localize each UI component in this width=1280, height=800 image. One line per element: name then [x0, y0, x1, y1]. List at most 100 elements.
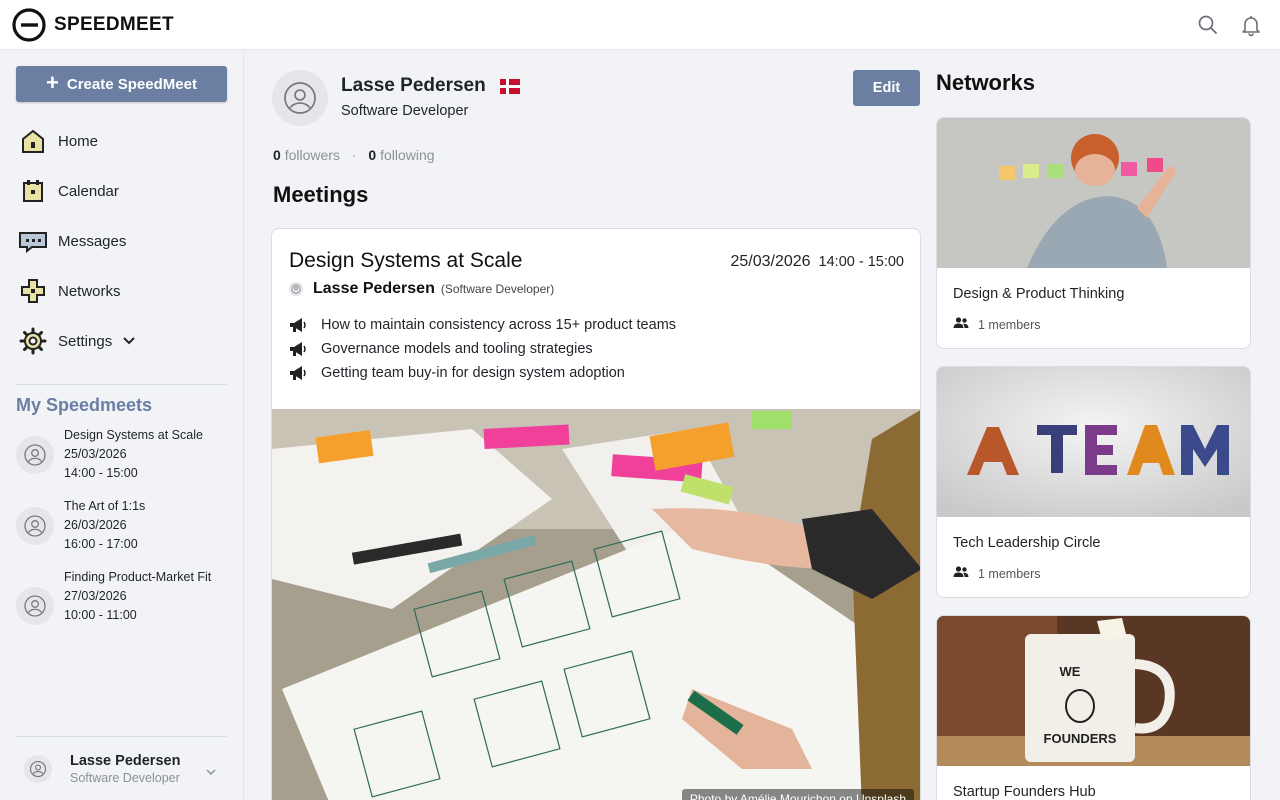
sidebar: + Create SpeedMeet Home Calendar Message…	[0, 50, 244, 800]
speedmeet-title: Finding Product-Market Fit	[64, 570, 212, 584]
brand-name: SPEEDMEET	[54, 14, 174, 35]
topic-text: Governance models and tooling strategies	[321, 341, 593, 357]
followers-count: 0	[273, 147, 281, 163]
sidebar-item-label: Messages	[58, 232, 127, 250]
avatar	[16, 436, 54, 474]
avatar	[24, 754, 52, 783]
sidebar-item-label: Settings	[58, 332, 113, 350]
meeting-datetime: 25/03/2026 14:00 - 15:00	[730, 253, 904, 271]
meeting-title: Design Systems at Scale	[289, 249, 523, 272]
host-role: (Software Developer)	[440, 282, 555, 296]
speedmeet-date: 26/03/2026	[64, 518, 127, 532]
avatar	[289, 282, 303, 296]
sidebar-item-label: Networks	[58, 282, 121, 300]
brand-logo[interactable]: SPEEDMEET	[12, 8, 174, 42]
network-card[interactable]: Design & Product Thinking 1 members	[936, 117, 1251, 349]
speedmeet-logo-icon	[12, 8, 46, 42]
host-name: Lasse Pedersen	[313, 280, 435, 297]
network-cover-image	[937, 367, 1250, 517]
network-members: 1 members	[953, 317, 1041, 332]
sidebar-item-messages[interactable]: Messages	[16, 216, 227, 266]
sidebar-item-calendar[interactable]: Calendar	[16, 166, 227, 216]
chevron-down-icon[interactable]	[205, 763, 217, 781]
meeting-card[interactable]: Design Systems at Scale 25/03/2026 14:00 …	[271, 228, 921, 800]
network-card[interactable]: WE FOUNDERS Startup Founders Hub	[936, 615, 1251, 800]
network-cover-image: WE FOUNDERS	[937, 616, 1250, 766]
messages-icon	[16, 224, 50, 258]
separator-dot: ·	[351, 147, 357, 163]
top-bar: SPEEDMEET	[0, 0, 1280, 50]
network-card[interactable]: Tech Leadership Circle 1 members	[936, 366, 1251, 598]
my-speedmeet-item[interactable]: Design Systems at Scale 25/03/2026 14:00…	[16, 426, 227, 483]
megaphone-icon	[289, 341, 309, 357]
my-speedmeet-item[interactable]: Finding Product-Market Fit 27/03/2026 10…	[16, 568, 227, 625]
photo-credit[interactable]: Photo by Amélie Mourichon on Unsplash	[681, 789, 914, 800]
followers-label: followers	[284, 147, 340, 163]
my-speedmeets-heading: My Speedmeets	[16, 395, 153, 415]
search-icon[interactable]	[1196, 13, 1220, 37]
sidebar-nav: Home Calendar Messages Networks Settings	[16, 116, 227, 366]
meeting-host: Lasse Pedersen (Software Developer)	[289, 280, 554, 298]
profile-avatar	[272, 70, 328, 126]
meeting-topics: How to maintain consistency across 15+ p…	[289, 313, 676, 385]
meeting-time: 14:00 - 15:00	[818, 254, 904, 270]
members-count: 1 members	[978, 317, 1041, 332]
speedmeet-title: Design Systems at Scale	[64, 428, 203, 442]
members-icon	[953, 566, 969, 581]
calendar-icon	[16, 174, 50, 208]
sidebar-item-label: Home	[58, 132, 99, 150]
members-count: 1 members	[978, 566, 1041, 581]
following-label: following	[380, 147, 435, 163]
topic-text: Getting team buy-in for design system ad…	[321, 365, 625, 381]
my-speedmeet-item[interactable]: The Art of 1:1s 26/03/2026 16:00 - 17:00	[16, 497, 227, 554]
network-name: Design & Product Thinking	[953, 286, 1125, 302]
sidebar-item-settings[interactable]: Settings	[16, 316, 227, 366]
meeting-cover-photo: Photo by Amélie Mourichon on Unsplash	[272, 409, 920, 800]
meeting-date: 25/03/2026	[730, 253, 811, 270]
denmark-flag-icon	[499, 78, 520, 94]
network-name: Tech Leadership Circle	[953, 535, 1101, 551]
avatar	[272, 70, 328, 126]
following-count: 0	[368, 147, 377, 163]
network-cover-image	[937, 118, 1250, 268]
avatar	[16, 507, 54, 545]
speedmeet-time: 10:00 - 11:00	[64, 608, 137, 622]
svg-text:FOUNDERS: FOUNDERS	[1044, 731, 1117, 746]
sidebar-item-home[interactable]: Home	[16, 116, 227, 166]
profile-name: Lasse Pedersen	[341, 75, 486, 96]
my-speedmeets-list: Design Systems at Scale 25/03/2026 14:00…	[16, 426, 227, 639]
create-speedmeet-button[interactable]: + Create SpeedMeet	[16, 66, 227, 102]
gear-icon	[16, 324, 50, 358]
user-menu[interactable]: Lasse Pedersen Software Developer	[16, 736, 227, 800]
user-name: Lasse Pedersen	[70, 752, 181, 769]
topic-item: How to maintain consistency across 15+ p…	[289, 313, 676, 337]
members-icon	[953, 317, 969, 332]
speedmeet-date: 27/03/2026	[64, 589, 127, 603]
speedmeet-time: 16:00 - 17:00	[64, 537, 138, 551]
megaphone-icon	[289, 365, 309, 381]
create-speedmeet-label: Create SpeedMeet	[66, 75, 197, 93]
networks-icon	[16, 274, 50, 308]
network-members: 1 members	[953, 566, 1041, 581]
speedmeet-title: The Art of 1:1s	[64, 499, 146, 513]
bell-icon[interactable]	[1239, 13, 1263, 37]
svg-text:WE: WE	[1060, 664, 1081, 679]
following-link[interactable]: 0 following	[368, 147, 434, 163]
sidebar-item-label: Calendar	[58, 182, 119, 200]
speedmeet-time: 14:00 - 15:00	[64, 466, 138, 480]
sidebar-item-networks[interactable]: Networks	[16, 266, 227, 316]
megaphone-icon	[289, 317, 309, 333]
network-name: Startup Founders Hub	[953, 784, 1096, 800]
speedmeet-date: 25/03/2026	[64, 447, 127, 461]
chevron-down-icon[interactable]	[122, 336, 136, 346]
follow-stats: 0 followers · 0 following	[273, 147, 435, 163]
avatar	[16, 587, 54, 625]
plus-icon: +	[46, 70, 59, 95]
sidebar-divider	[16, 384, 227, 385]
followers-link[interactable]: 0 followers	[273, 147, 340, 163]
user-role: Software Developer	[70, 770, 180, 785]
home-icon	[16, 124, 50, 158]
topic-item: Governance models and tooling strategies	[289, 337, 676, 361]
meetings-heading: Meetings	[273, 182, 369, 207]
edit-profile-button[interactable]: Edit	[853, 70, 920, 106]
